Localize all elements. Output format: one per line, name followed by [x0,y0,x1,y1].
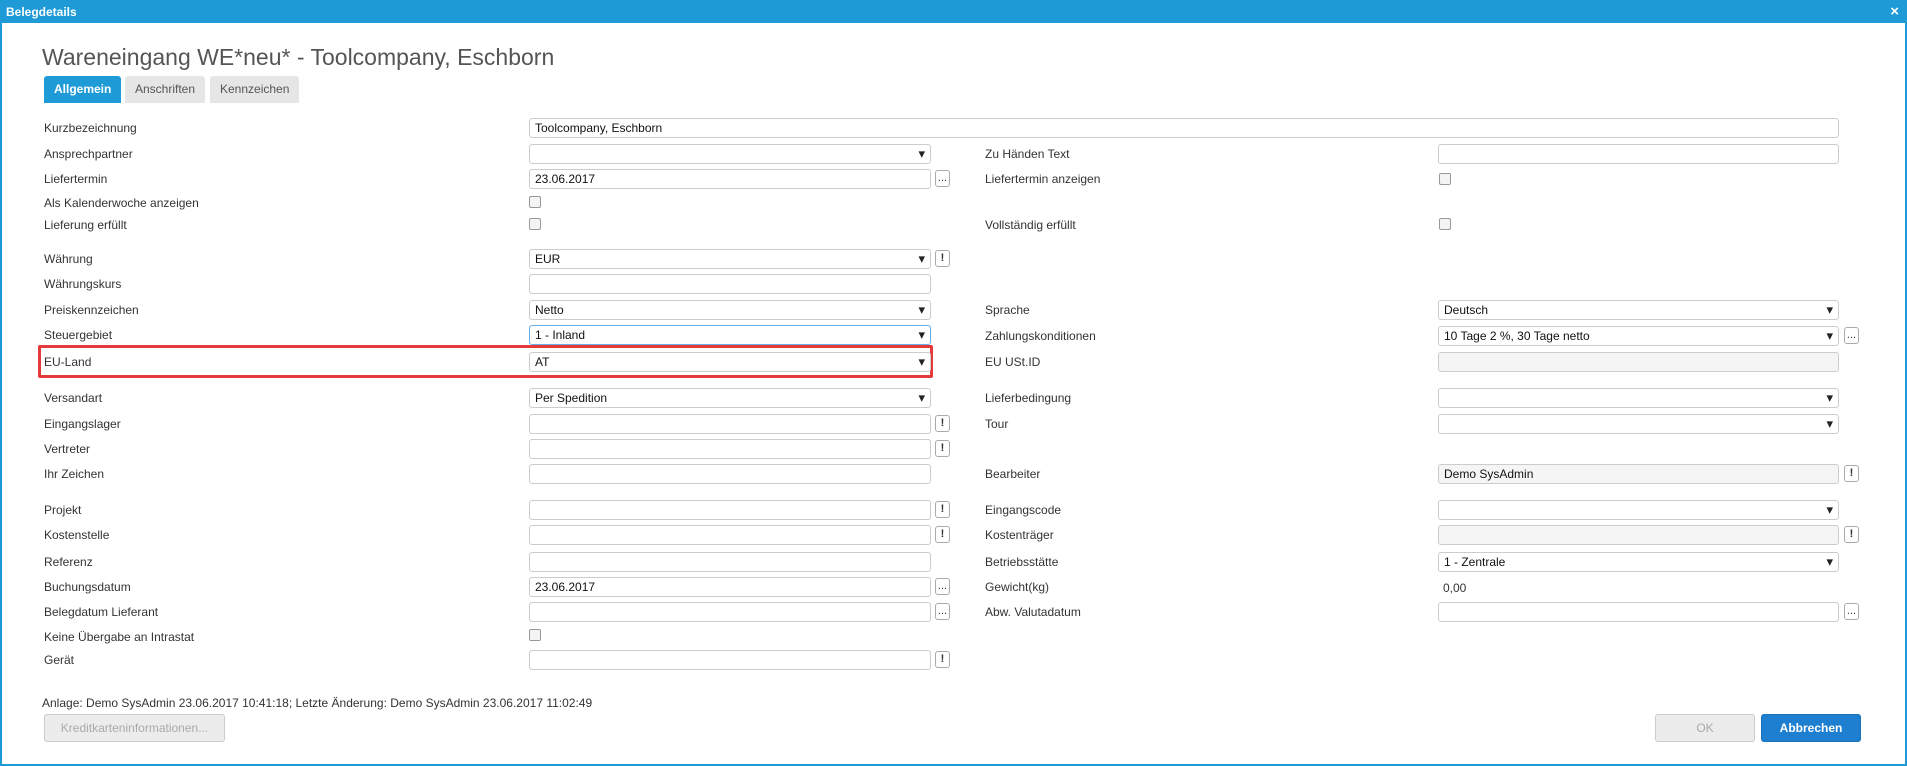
liefertermin-anzeigen-label: Liefertermin anzeigen [985,172,1101,186]
vertreter-label: Vertreter [44,442,91,456]
preiskennzeichen-select[interactable]: Netto [529,300,931,320]
kostenstelle-input[interactable] [529,525,931,545]
kurzbezeichnung-input[interactable]: Toolcompany, Eschborn [529,118,1839,138]
kostentraeger-info-button[interactable]: ! [1844,526,1859,543]
zahlungskonditionen-label: Zahlungskonditionen [985,329,1096,343]
steuergebiet-label: Steuergebiet [44,328,113,342]
buchungsdatum-input[interactable]: 23.06.2017 [529,577,931,597]
projekt-input[interactable] [529,500,931,520]
referenz-input[interactable] [529,552,931,572]
sprache-label: Sprache [985,303,1030,317]
eu-ustid-input[interactable] [1438,352,1839,372]
bearbeiter-input[interactable]: Demo SysAdmin [1438,464,1839,484]
intrastat-label: Keine Übergabe an Intrastat [44,630,195,644]
eingangslager-info-button[interactable]: ! [935,415,950,432]
referenz-label: Referenz [44,555,93,569]
ansprechpartner-label: Ansprechpartner [44,147,133,161]
valutadatum-picker-button[interactable]: ... [1844,603,1859,620]
gewicht-value: 0,00 [1443,581,1467,595]
projekt-label: Projekt [44,503,82,517]
geraet-info-button[interactable]: ! [935,651,950,668]
geraet-input[interactable] [529,650,931,670]
lieferung-erfuellt-label: Lieferung erfüllt [44,218,127,232]
abbrechen-button[interactable]: Abbrechen [1761,714,1861,742]
waehrung-label: Währung [44,252,93,266]
belegdatum-lieferant-label: Belegdatum Lieferant [44,605,159,619]
eu-land-select[interactable]: AT [529,352,931,372]
zu-haenden-input[interactable] [1438,144,1839,164]
steuergebiet-select[interactable]: 1 - Inland [529,325,931,345]
waehrung-select[interactable]: EUR [529,249,931,269]
zahlungskonditionen-select[interactable]: 10 Tage 2 %, 30 Tage netto [1438,326,1839,346]
valutadatum-label: Abw. Valutadatum [985,605,1081,619]
sprache-select[interactable]: Deutsch [1438,300,1839,320]
geraet-label: Gerät [44,653,75,667]
tab-anschriften[interactable]: Anschriften [125,76,206,103]
belegdatum-lieferant-picker-button[interactable]: ... [935,603,950,620]
eingangscode-select[interactable] [1438,500,1839,520]
belegdatum-lieferant-input[interactable] [529,602,931,622]
kostentraeger-label: Kostenträger [985,528,1054,542]
close-icon[interactable]: × [1890,3,1899,20]
eingangslager-input[interactable] [529,414,931,434]
eingangscode-label: Eingangscode [985,503,1062,517]
waehrung-info-button[interactable]: ! [935,250,950,267]
kalenderwoche-label: Als Kalenderwoche anzeigen [44,196,199,210]
vertreter-input[interactable] [529,439,931,459]
valutadatum-input[interactable] [1438,602,1839,622]
zahlungskonditionen-picker-button[interactable]: ... [1844,327,1859,344]
waehrungskurs-label: Währungskurs [44,277,122,291]
liefertermin-picker-button[interactable]: ... [935,170,950,187]
eu-land-label: EU-Land [44,355,92,369]
ihr-zeichen-label: Ihr Zeichen [44,467,105,481]
bearbeiter-label: Bearbeiter [985,467,1041,481]
kostentraeger-input[interactable] [1438,525,1839,545]
liefertermin-label: Liefertermin [44,172,108,186]
window-titlebar: Belegdetails × [0,0,1907,23]
vollstaendig-erfuellt-label: Vollständig erfüllt [985,218,1076,232]
window-title: Belegdetails [6,5,77,19]
eingangslager-label: Eingangslager [44,417,121,431]
lieferbedingung-select[interactable] [1438,388,1839,408]
versandart-select[interactable]: Per Spedition [529,388,931,408]
ansprechpartner-select[interactable] [529,144,931,164]
zu-haenden-label: Zu Händen Text [985,147,1070,161]
bearbeiter-info-button[interactable]: ! [1844,465,1859,482]
page-title: Wareneingang WE*neu* - Toolcompany, Esch… [42,44,555,70]
waehrungskurs-input[interactable] [529,274,931,294]
lieferbedingung-label: Lieferbedingung [985,391,1072,405]
liefertermin-anzeigen-checkbox[interactable] [1439,173,1451,185]
intrastat-checkbox[interactable] [529,629,541,641]
ok-button[interactable]: OK [1655,714,1755,742]
ihr-zeichen-input[interactable] [529,464,931,484]
betriebsstaette-select[interactable]: 1 - Zentrale [1438,552,1839,572]
tour-label: Tour [985,417,1009,431]
gewicht-label: Gewicht(kg) [985,580,1050,594]
kostenstelle-info-button[interactable]: ! [935,526,950,543]
tab-kennzeichen[interactable]: Kennzeichen [210,76,300,103]
buchungsdatum-label: Buchungsdatum [44,580,131,594]
tab-allgemein[interactable]: Allgemein [44,76,122,103]
kalenderwoche-checkbox[interactable] [529,196,541,208]
vertreter-info-button[interactable]: ! [935,440,950,457]
betriebsstaette-label: Betriebsstätte [985,555,1059,569]
preiskennzeichen-label: Preiskennzeichen [44,303,139,317]
kostenstelle-label: Kostenstelle [44,528,110,542]
kurzbezeichnung-label: Kurzbezeichnung [44,121,137,135]
vollstaendig-erfuellt-checkbox[interactable] [1439,218,1451,230]
audit-info: Anlage: Demo SysAdmin 23.06.2017 10:41:1… [42,696,593,710]
projekt-info-button[interactable]: ! [935,501,950,518]
liefertermin-input[interactable]: 23.06.2017 [529,169,931,189]
lieferung-erfuellt-checkbox[interactable] [529,218,541,230]
tour-select[interactable] [1438,414,1839,434]
versandart-label: Versandart [44,391,103,405]
eu-ustid-label: EU USt.ID [985,355,1041,369]
kreditkarten-button[interactable]: Kreditkarteninformationen... [44,714,225,742]
buchungsdatum-picker-button[interactable]: ... [935,578,950,595]
